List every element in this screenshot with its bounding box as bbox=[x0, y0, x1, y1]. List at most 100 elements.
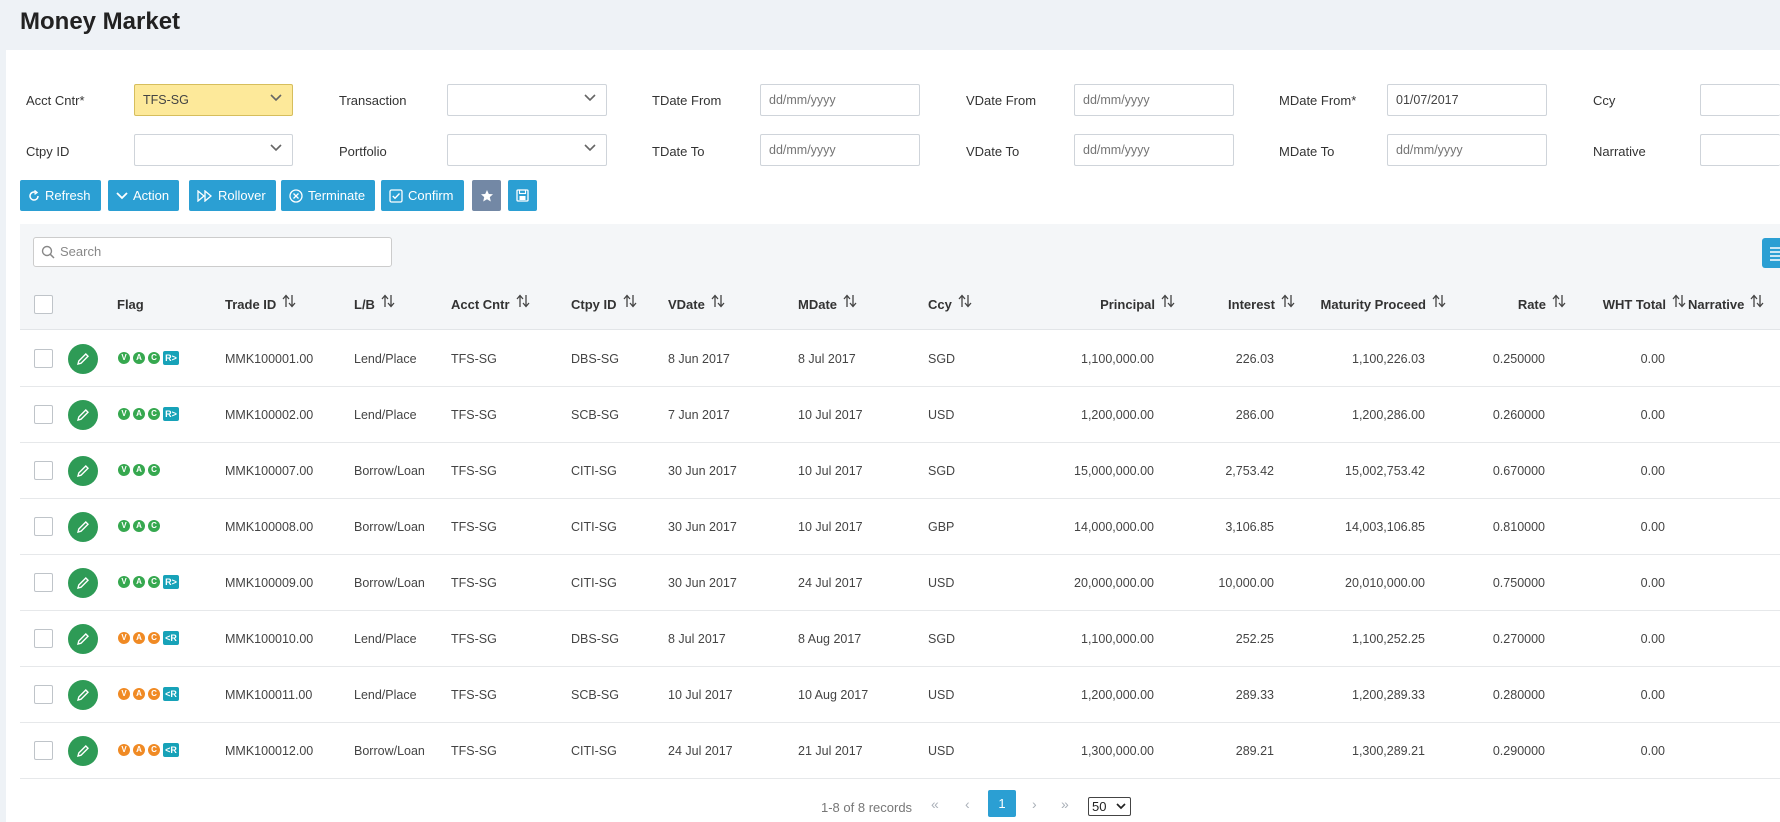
refresh-button[interactable]: Refresh bbox=[20, 180, 101, 211]
rollover-flag-badge: <R bbox=[163, 687, 179, 701]
acct-cntr-select[interactable]: TFS-SG bbox=[134, 84, 293, 116]
table-row[interactable]: V A C <R MMK100011.00 Lend/Place TFS-SG SCB-SG 1… bbox=[20, 667, 1780, 723]
row-checkbox[interactable] bbox=[34, 685, 53, 704]
edit-button[interactable] bbox=[68, 456, 98, 486]
tdate-from-input[interactable] bbox=[760, 84, 920, 116]
col-acct-cntr[interactable]: Acct Cntr bbox=[451, 280, 530, 330]
first-page-button[interactable]: « bbox=[931, 796, 939, 812]
ccy-input[interactable] bbox=[1700, 84, 1780, 116]
page-size-value: 50 bbox=[1092, 799, 1107, 814]
search-box[interactable] bbox=[33, 237, 392, 267]
flag-badges: VAC bbox=[118, 518, 160, 534]
cell-acct-cntr: TFS-SG bbox=[451, 408, 497, 422]
flag-badges: V A C <R bbox=[118, 742, 179, 758]
col-ctpy-id[interactable]: Ctpy ID bbox=[571, 280, 637, 330]
cell-trade-id: MMK100012.00 bbox=[225, 744, 314, 758]
cell-rate: 0.270000 bbox=[1492, 632, 1545, 646]
vdate-to-input[interactable] bbox=[1074, 134, 1234, 166]
cell-vdate: 7 Jun 2017 bbox=[668, 408, 730, 422]
col-maturity-proceed[interactable]: Maturity Proceed bbox=[1300, 280, 1446, 330]
edit-button[interactable] bbox=[68, 512, 98, 542]
col-mdate[interactable]: MDate bbox=[798, 280, 857, 330]
terminate-button[interactable]: Terminate bbox=[281, 180, 376, 211]
table-row[interactable]: V A C MMK100007.00 Borrow/Loan TFS-SG CITI-SG 3… bbox=[20, 443, 1780, 499]
col-interest[interactable]: Interest bbox=[1180, 280, 1295, 330]
col-lb[interactable]: L/B bbox=[354, 280, 395, 330]
row-checkbox[interactable] bbox=[34, 573, 53, 592]
col-principal[interactable]: Principal bbox=[1020, 280, 1175, 330]
cell-maturity-proceed: 15,002,753.42 bbox=[1345, 464, 1425, 478]
ctpy-id-select[interactable] bbox=[134, 134, 293, 166]
cell-interest: 2,753.42 bbox=[1225, 464, 1274, 478]
last-page-button[interactable]: » bbox=[1061, 796, 1069, 812]
edit-button[interactable] bbox=[68, 680, 98, 710]
prev-page-button[interactable]: ‹ bbox=[965, 796, 970, 812]
cell-maturity-proceed: 20,010,000.00 bbox=[1345, 576, 1425, 590]
edit-button[interactable] bbox=[68, 568, 98, 598]
col-narrative[interactable]: Narrative bbox=[1688, 280, 1764, 330]
vdate-from-input[interactable] bbox=[1074, 84, 1234, 116]
table-row[interactable]: V A C R> MMK100009.00 Borrow/Loan TFS-SG CITI-S… bbox=[20, 555, 1780, 611]
current-page-button[interactable]: 1 bbox=[988, 790, 1016, 817]
pencil-icon bbox=[77, 633, 89, 645]
rollover-flag-badge: <R bbox=[163, 631, 179, 645]
edit-button[interactable] bbox=[68, 736, 98, 766]
status-flag-badge: C bbox=[148, 520, 160, 532]
edit-button[interactable] bbox=[68, 400, 98, 430]
row-checkbox[interactable] bbox=[34, 349, 53, 368]
transaction-select[interactable] bbox=[447, 84, 607, 116]
table-row[interactable]: V A C R> MMK100001.00 Lend/Place TFS-SG DBS-SG 8… bbox=[20, 331, 1780, 387]
cell-wht-total: 0.00 bbox=[1640, 408, 1665, 422]
select-all-checkbox[interactable] bbox=[34, 295, 53, 314]
cell-ctpy-id: SCB-SG bbox=[571, 408, 619, 422]
sort-icon bbox=[1281, 279, 1295, 329]
status-flag-badge: C bbox=[148, 744, 160, 756]
col-ccy[interactable]: Ccy bbox=[928, 280, 972, 330]
cell-wht-total: 0.00 bbox=[1640, 352, 1665, 366]
confirm-label: Confirm bbox=[408, 188, 454, 203]
table-row[interactable]: V A C <R MMK100012.00 Borrow/Loan TFS-SG CITI-S… bbox=[20, 723, 1780, 779]
cell-maturity-proceed: 1,300,289.21 bbox=[1352, 744, 1425, 758]
table-row[interactable]: V A C MMK100008.00 Borrow/Loan TFS-SG CITI-SG 3… bbox=[20, 499, 1780, 555]
col-wht-total[interactable]: WHT Total bbox=[1570, 280, 1686, 330]
save-button[interactable] bbox=[508, 180, 537, 211]
tdate-to-input[interactable] bbox=[760, 134, 920, 166]
cell-vdate: 24 Jul 2017 bbox=[668, 744, 733, 758]
terminate-label: Terminate bbox=[308, 188, 366, 203]
row-checkbox[interactable] bbox=[34, 517, 53, 536]
cell-trade-id: MMK100001.00 bbox=[225, 352, 314, 366]
col-vdate[interactable]: VDate bbox=[668, 280, 725, 330]
mdate-to-input[interactable] bbox=[1387, 134, 1547, 166]
cell-trade-id: MMK100002.00 bbox=[225, 408, 314, 422]
status-flag-badge: A bbox=[133, 352, 145, 364]
row-checkbox[interactable] bbox=[34, 629, 53, 648]
status-flag-badge: V bbox=[118, 408, 130, 420]
narrative-input[interactable] bbox=[1700, 134, 1780, 166]
portfolio-select[interactable] bbox=[447, 134, 607, 166]
col-rate[interactable]: Rate bbox=[1450, 280, 1566, 330]
column-toggle-button[interactable] bbox=[1762, 238, 1780, 268]
table-row[interactable]: V A C <R MMK100010.00 Lend/Place TFS-SG DBS-SG 8… bbox=[20, 611, 1780, 667]
cell-rate: 0.670000 bbox=[1492, 464, 1545, 478]
row-checkbox[interactable] bbox=[34, 461, 53, 480]
confirm-button[interactable]: Confirm bbox=[381, 180, 464, 211]
next-page-button[interactable]: › bbox=[1032, 796, 1037, 812]
sort-icon bbox=[282, 279, 296, 329]
cell-mdate: 10 Jul 2017 bbox=[798, 520, 863, 534]
page-size-select[interactable]: 50 bbox=[1088, 797, 1131, 816]
col-trade-id[interactable]: Trade ID bbox=[225, 280, 296, 330]
cell-ctpy-id: CITI-SG bbox=[571, 520, 617, 534]
search-input[interactable] bbox=[60, 244, 380, 259]
chevron-down-icon bbox=[270, 94, 282, 104]
mdate-from-input[interactable] bbox=[1387, 84, 1547, 116]
row-checkbox[interactable] bbox=[34, 405, 53, 424]
row-checkbox[interactable] bbox=[34, 741, 53, 760]
action-button[interactable]: Action bbox=[108, 180, 180, 211]
narrative-label: Narrative bbox=[1593, 144, 1646, 159]
edit-button[interactable] bbox=[68, 624, 98, 654]
edit-button[interactable] bbox=[68, 344, 98, 374]
table-row[interactable]: V A C R> MMK100002.00 Lend/Place TFS-SG SCB-SG 7… bbox=[20, 387, 1780, 443]
favorite-button[interactable] bbox=[472, 180, 501, 211]
rollover-button[interactable]: Rollover bbox=[189, 180, 276, 211]
sort-icon bbox=[381, 279, 395, 329]
